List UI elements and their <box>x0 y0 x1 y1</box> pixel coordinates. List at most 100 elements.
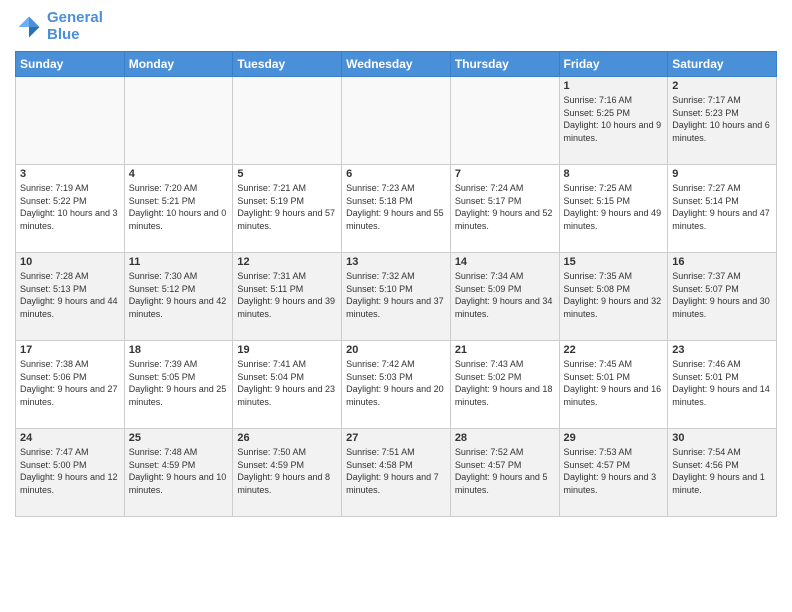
calendar-cell: 23Sunrise: 7:46 AM Sunset: 5:01 PM Dayli… <box>668 341 777 429</box>
calendar-cell: 14 Sunrise: 7:34 AM Sunset: 5:09 PM Dayli… <box>450 253 559 341</box>
day-number: 6 <box>346 168 446 180</box>
day-info: Sunrise: 7:16 AM Sunset: 5:25 PM Dayligh… <box>564 94 664 144</box>
calendar-cell: 9 Sunrise: 7:27 AM Sunset: 5:14 PM Daylig… <box>668 165 777 253</box>
calendar-cell: 18Sunrise: 7:39 AM Sunset: 5:05 PM Dayli… <box>124 341 233 429</box>
day-number: 2 <box>672 80 772 92</box>
calendar-cell: 19Sunrise: 7:41 AM Sunset: 5:04 PM Dayli… <box>233 341 342 429</box>
day-number: 22 <box>564 344 664 356</box>
day-number: 20 <box>346 344 446 356</box>
calendar-cell: 3 Sunrise: 7:19 AM Sunset: 5:22 PM Daylig… <box>16 165 125 253</box>
calendar-cell: 5 Sunrise: 7:21 AM Sunset: 5:19 PM Daylig… <box>233 165 342 253</box>
day-info: Sunrise: 7:35 AM Sunset: 5:08 PM Dayligh… <box>564 270 664 320</box>
weekday-header-thursday: Thursday <box>450 52 559 77</box>
calendar-cell: 20Sunrise: 7:42 AM Sunset: 5:03 PM Dayli… <box>342 341 451 429</box>
calendar-week-1: 1 Sunrise: 7:16 AM Sunset: 5:25 PM Daylig… <box>16 77 777 165</box>
day-number: 28 <box>455 432 555 444</box>
day-info: Sunrise: 7:50 AM Sunset: 4:59 PM Dayligh… <box>237 446 337 496</box>
calendar-cell: 6Sunrise: 7:23 AM Sunset: 5:18 PM Daylig… <box>342 165 451 253</box>
day-info: Sunrise: 7:34 AM Sunset: 5:09 PM Dayligh… <box>455 270 555 320</box>
calendar-cell <box>342 77 451 165</box>
day-number: 25 <box>129 432 229 444</box>
day-info: Sunrise: 7:46 AM Sunset: 5:01 PM Dayligh… <box>672 358 772 408</box>
calendar-cell: 22 Sunrise: 7:45 AM Sunset: 5:01 PM Dayli… <box>559 341 668 429</box>
calendar-table: SundayMondayTuesdayWednesdayThursdayFrid… <box>15 51 777 517</box>
day-number: 4 <box>129 168 229 180</box>
day-number: 8 <box>564 168 664 180</box>
calendar-cell <box>124 77 233 165</box>
day-number: 3 <box>20 168 120 180</box>
day-info: Sunrise: 7:20 AM Sunset: 5:21 PM Dayligh… <box>129 182 229 232</box>
calendar-header-row: SundayMondayTuesdayWednesdayThursdayFrid… <box>16 52 777 77</box>
day-info: Sunrise: 7:37 AM Sunset: 5:07 PM Dayligh… <box>672 270 772 320</box>
day-info: Sunrise: 7:19 AM Sunset: 5:22 PM Dayligh… <box>20 182 120 232</box>
day-number: 11 <box>129 256 229 268</box>
day-number: 21 <box>455 344 555 356</box>
calendar-cell: 4 Sunrise: 7:20 AM Sunset: 5:21 PM Daylig… <box>124 165 233 253</box>
weekday-header-saturday: Saturday <box>668 52 777 77</box>
day-number: 12 <box>237 256 337 268</box>
calendar-cell <box>233 77 342 165</box>
logo: General Blue <box>15 10 103 43</box>
calendar-cell: 10 Sunrise: 7:28 AM Sunset: 5:13 PM Dayli… <box>16 253 125 341</box>
calendar-cell: 8 Sunrise: 7:25 AM Sunset: 5:15 PM Daylig… <box>559 165 668 253</box>
day-info: Sunrise: 7:30 AM Sunset: 5:12 PM Dayligh… <box>129 270 229 320</box>
page-container: General Blue SundayMondayTuesdayWednesda… <box>0 0 792 527</box>
calendar-cell: 26 Sunrise: 7:50 AM Sunset: 4:59 PM Dayli… <box>233 429 342 517</box>
calendar-cell: 15 Sunrise: 7:35 AM Sunset: 5:08 PM Dayli… <box>559 253 668 341</box>
day-number: 9 <box>672 168 772 180</box>
day-info: Sunrise: 7:53 AM Sunset: 4:57 PM Dayligh… <box>564 446 664 496</box>
day-number: 24 <box>20 432 120 444</box>
day-info: Sunrise: 7:25 AM Sunset: 5:15 PM Dayligh… <box>564 182 664 232</box>
day-number: 18 <box>129 344 229 356</box>
day-info: Sunrise: 7:51 AM Sunset: 4:58 PM Dayligh… <box>346 446 446 496</box>
calendar-cell <box>450 77 559 165</box>
calendar-cell: 17Sunrise: 7:38 AM Sunset: 5:06 PM Dayli… <box>16 341 125 429</box>
day-number: 16 <box>672 256 772 268</box>
day-info: Sunrise: 7:43 AM Sunset: 5:02 PM Dayligh… <box>455 358 555 408</box>
calendar-cell: 29 Sunrise: 7:53 AM Sunset: 4:57 PM Dayli… <box>559 429 668 517</box>
day-number: 1 <box>564 80 664 92</box>
calendar-week-2: 3 Sunrise: 7:19 AM Sunset: 5:22 PM Daylig… <box>16 165 777 253</box>
day-info: Sunrise: 7:45 AM Sunset: 5:01 PM Dayligh… <box>564 358 664 408</box>
day-info: Sunrise: 7:52 AM Sunset: 4:57 PM Dayligh… <box>455 446 555 496</box>
calendar-cell: 30 Sunrise: 7:54 AM Sunset: 4:56 PM Dayli… <box>668 429 777 517</box>
calendar-week-4: 17Sunrise: 7:38 AM Sunset: 5:06 PM Dayli… <box>16 341 777 429</box>
day-number: 29 <box>564 432 664 444</box>
calendar-cell: 2Sunrise: 7:17 AM Sunset: 5:23 PM Daylig… <box>668 77 777 165</box>
day-info: Sunrise: 7:24 AM Sunset: 5:17 PM Dayligh… <box>455 182 555 232</box>
calendar-cell: 28 Sunrise: 7:52 AM Sunset: 4:57 PM Dayli… <box>450 429 559 517</box>
day-number: 17 <box>20 344 120 356</box>
day-number: 13 <box>346 256 446 268</box>
day-info: Sunrise: 7:28 AM Sunset: 5:13 PM Dayligh… <box>20 270 120 320</box>
calendar-cell: 12 Sunrise: 7:31 AM Sunset: 5:11 PM Dayli… <box>233 253 342 341</box>
calendar-cell <box>16 77 125 165</box>
weekday-header-monday: Monday <box>124 52 233 77</box>
day-info: Sunrise: 7:48 AM Sunset: 4:59 PM Dayligh… <box>129 446 229 496</box>
day-number: 30 <box>672 432 772 444</box>
day-number: 15 <box>564 256 664 268</box>
day-number: 27 <box>346 432 446 444</box>
day-number: 19 <box>237 344 337 356</box>
day-info: Sunrise: 7:32 AM Sunset: 5:10 PM Dayligh… <box>346 270 446 320</box>
logo-icon <box>15 13 43 41</box>
day-info: Sunrise: 7:54 AM Sunset: 4:56 PM Dayligh… <box>672 446 772 496</box>
calendar-cell: 25 Sunrise: 7:48 AM Sunset: 4:59 PM Dayli… <box>124 429 233 517</box>
calendar-cell: 1 Sunrise: 7:16 AM Sunset: 5:25 PM Daylig… <box>559 77 668 165</box>
calendar-week-3: 10 Sunrise: 7:28 AM Sunset: 5:13 PM Dayli… <box>16 253 777 341</box>
day-number: 26 <box>237 432 337 444</box>
calendar-cell: 21 Sunrise: 7:43 AM Sunset: 5:02 PM Dayli… <box>450 341 559 429</box>
weekday-header-wednesday: Wednesday <box>342 52 451 77</box>
calendar-cell: 7 Sunrise: 7:24 AM Sunset: 5:17 PM Daylig… <box>450 165 559 253</box>
day-number: 14 <box>455 256 555 268</box>
calendar-cell: 27 Sunrise: 7:51 AM Sunset: 4:58 PM Dayli… <box>342 429 451 517</box>
day-number: 10 <box>20 256 120 268</box>
calendar-week-5: 24Sunrise: 7:47 AM Sunset: 5:00 PM Dayli… <box>16 429 777 517</box>
day-number: 7 <box>455 168 555 180</box>
weekday-header-tuesday: Tuesday <box>233 52 342 77</box>
day-info: Sunrise: 7:27 AM Sunset: 5:14 PM Dayligh… <box>672 182 772 232</box>
day-info: Sunrise: 7:31 AM Sunset: 5:11 PM Dayligh… <box>237 270 337 320</box>
weekday-header-friday: Friday <box>559 52 668 77</box>
day-number: 5 <box>237 168 337 180</box>
day-info: Sunrise: 7:21 AM Sunset: 5:19 PM Dayligh… <box>237 182 337 232</box>
calendar-cell: 24Sunrise: 7:47 AM Sunset: 5:00 PM Dayli… <box>16 429 125 517</box>
